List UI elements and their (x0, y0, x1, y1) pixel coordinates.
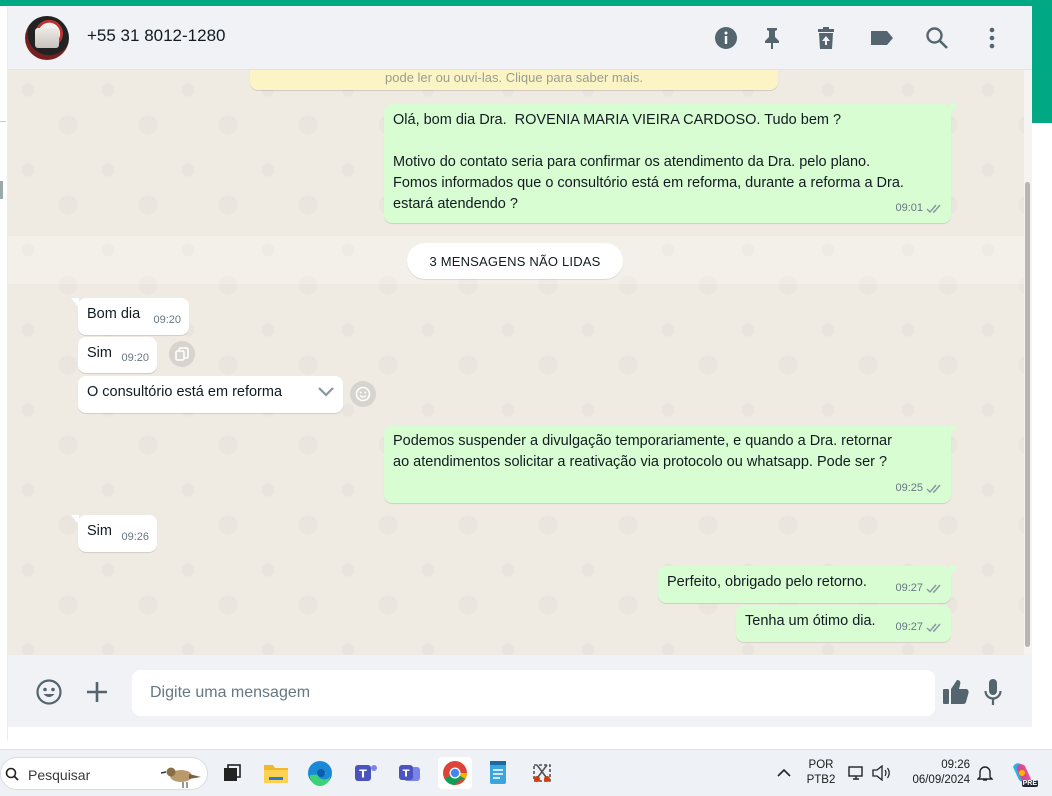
message-input[interactable] (132, 670, 935, 716)
svg-text:T: T (359, 768, 367, 781)
copilot-badge: PRE (1021, 780, 1038, 787)
right-panel-edge (1032, 6, 1052, 741)
chat-scrollbar[interactable] (1024, 70, 1032, 655)
copilot-icon[interactable]: PRE (1006, 759, 1038, 787)
message-input-box[interactable] (132, 670, 935, 716)
label-icon[interactable] (868, 24, 896, 52)
menu-icon[interactable] (978, 24, 1006, 52)
scrollbar-thumb[interactable] (1025, 182, 1030, 647)
message-time: 09:01 (895, 202, 923, 214)
left-panel-edge (0, 6, 8, 741)
message-text: O consultório está em reforma (87, 384, 283, 400)
info-icon[interactable] (712, 24, 740, 52)
snipping-tool-icon[interactable] (528, 759, 556, 787)
keyboard-language[interactable]: POR PTB2 (800, 758, 842, 788)
message-list[interactable]: pode ler ou ouvi-las. Clique para saber … (8, 70, 1024, 655)
chrome-icon[interactable] (438, 757, 472, 789)
message-time: 09:26 (121, 531, 149, 543)
taskbar-search-label: Pesquisar (28, 767, 91, 783)
teams-icon[interactable]: T (352, 759, 380, 787)
message-time: 09:27 (895, 582, 923, 594)
svg-text:T: T (403, 769, 410, 780)
message-bubble-outgoing[interactable]: Tenha um ótimo dia. 09:27 (736, 605, 951, 642)
notepad-icon[interactable] (484, 759, 512, 787)
message-time: 09:25 (895, 482, 923, 494)
search-icon (5, 767, 19, 781)
message-time: 09:27 (895, 621, 923, 633)
task-view-icon[interactable] (218, 759, 246, 787)
message-text: Podemos suspender a divulgação temporari… (393, 433, 892, 470)
chevron-up-icon[interactable] (770, 759, 798, 787)
message-bubble-incoming[interactable]: Sim 09:20 (78, 337, 157, 373)
message-bubble-outgoing[interactable]: Podemos suspender a divulgação temporari… (384, 425, 958, 503)
search-icon[interactable] (923, 24, 951, 52)
reaction-emoji-icon[interactable] (350, 381, 376, 407)
plus-icon[interactable] (82, 677, 112, 707)
double-check-icon (926, 204, 941, 214)
unread-divider: 3 MENSAGENS NÃO LIDAS (407, 243, 623, 279)
taskbar-search[interactable]: Pesquisar (0, 757, 208, 790)
double-check-icon (926, 484, 941, 494)
message-bubble-outgoing[interactable]: Perfeito, obrigado pelo retorno. 09:27 (658, 566, 958, 603)
delete-icon[interactable] (812, 24, 840, 52)
volume-icon[interactable] (870, 759, 892, 787)
double-check-icon (926, 584, 941, 594)
message-composer (8, 655, 1032, 727)
file-explorer-icon[interactable] (262, 759, 290, 787)
whatsapp-chat-window: +55 31 8012-1280 pode ler ou ouvi-las. C… (8, 6, 1032, 727)
forward-icon[interactable] (169, 341, 195, 367)
message-time: 09:20 (153, 314, 181, 326)
emoji-icon[interactable] (34, 677, 64, 707)
message-bubble-incoming[interactable]: Bom dia 09:20 (71, 298, 189, 335)
bird-illustration-icon (161, 767, 201, 788)
contact-avatar[interactable] (25, 16, 69, 60)
double-check-icon (926, 623, 941, 633)
pin-icon[interactable] (758, 24, 786, 52)
chat-header: +55 31 8012-1280 (8, 6, 1032, 70)
message-bubble-incoming[interactable]: O consultório está em reforma (78, 376, 343, 413)
chevron-down-icon[interactable] (317, 384, 335, 405)
teams-work-icon[interactable]: T (396, 759, 424, 787)
edge-browser-icon[interactable] (306, 759, 334, 787)
message-bubble-outgoing[interactable]: Olá, bom dia Dra. ROVENIA MARIA VIEIRA C… (384, 104, 958, 223)
clock-date: 06/09/2024 (912, 774, 970, 786)
thumbs-up-icon[interactable] (941, 677, 971, 707)
message-bubble-incoming[interactable]: Sim 09:26 (71, 515, 157, 552)
system-clock[interactable]: 09:26 06/09/2024 (898, 758, 982, 788)
network-icon[interactable] (847, 759, 867, 787)
contact-name[interactable]: +55 31 8012-1280 (87, 26, 226, 46)
message-time: 09:20 (121, 352, 149, 364)
windows-taskbar: Pesquisar T T PORPTB2 09:26 06/09/2024 (0, 749, 1052, 796)
clock-time: 09:26 (941, 759, 970, 771)
message-text: Olá, bom dia Dra. ROVENIA MARIA VIEIRA C… (393, 112, 904, 212)
mic-icon[interactable] (978, 677, 1008, 707)
encryption-notice[interactable]: pode ler ou ouvi-las. Clique para saber … (250, 70, 778, 90)
notification-bell-icon[interactable] (974, 759, 996, 787)
